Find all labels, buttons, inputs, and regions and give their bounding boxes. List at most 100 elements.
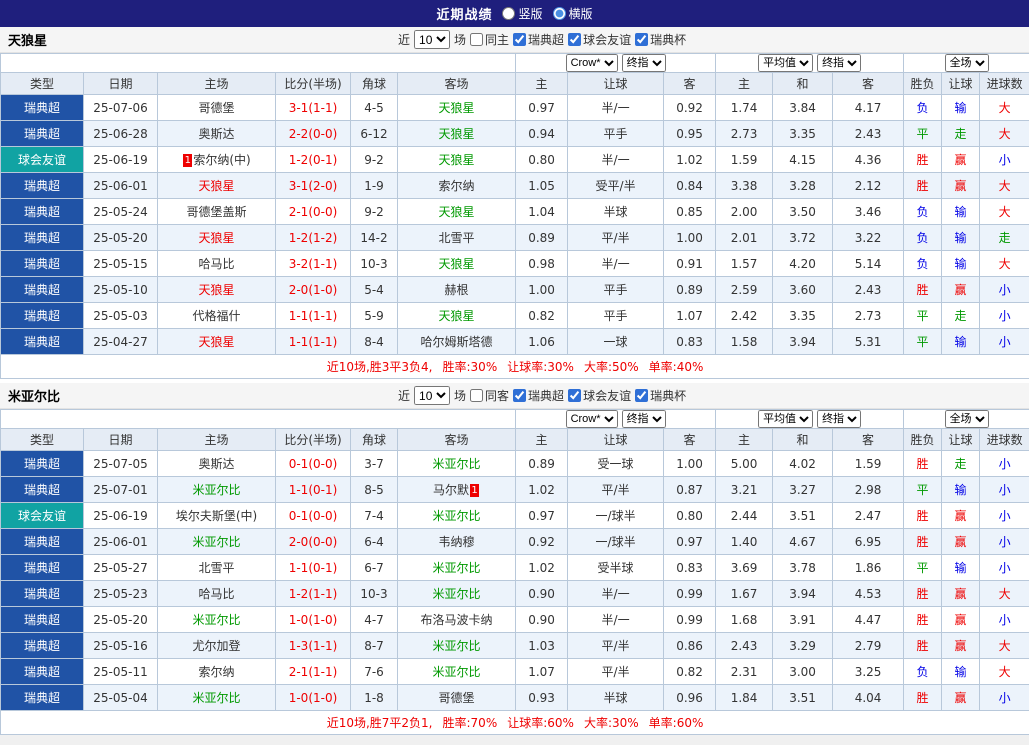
- team-link[interactable]: 布洛马波卡纳: [421, 613, 493, 627]
- europe-average-select[interactable]: 平均值: [758, 410, 813, 428]
- away-team-cell[interactable]: 哈尔姆斯塔德: [398, 329, 516, 355]
- team-link[interactable]: 米亚尔比: [433, 509, 481, 523]
- competition-option[interactable]: 瑞典超: [513, 387, 564, 404]
- competition-checkbox[interactable]: [635, 389, 648, 402]
- home-team-cell[interactable]: 哈马比: [158, 251, 276, 277]
- recent-count-select[interactable]: 10: [414, 30, 450, 49]
- team-link[interactable]: 天狼星: [439, 309, 475, 323]
- competition-option[interactable]: 瑞典超: [513, 31, 564, 48]
- same-venue-option[interactable]: 同客: [470, 387, 509, 404]
- away-team-cell[interactable]: 天狼星: [398, 199, 516, 225]
- same-venue-checkbox[interactable]: [470, 389, 483, 402]
- away-team-cell[interactable]: 马尔默1: [398, 477, 516, 503]
- horizontal-radio[interactable]: [553, 7, 566, 20]
- home-team-cell[interactable]: 哥德堡: [158, 95, 276, 121]
- score-cell[interactable]: 1-1(1-1): [276, 329, 351, 355]
- away-team-cell[interactable]: 米亚尔比: [398, 659, 516, 685]
- competition-option[interactable]: 瑞典杯: [635, 387, 686, 404]
- home-team-cell[interactable]: 天狼星: [158, 225, 276, 251]
- team-link[interactable]: 索尔纳: [198, 665, 234, 679]
- score-cell[interactable]: 0-1(0-0): [276, 451, 351, 477]
- team-link[interactable]: 天狼星: [198, 335, 234, 349]
- team-link[interactable]: 奥斯达: [198, 127, 234, 141]
- team-link[interactable]: 天狼星: [439, 153, 475, 167]
- team-link[interactable]: 马尔默: [433, 483, 469, 497]
- team-link[interactable]: 哈马比: [198, 257, 234, 271]
- team-link[interactable]: 尤尔加登: [192, 639, 240, 653]
- team-link[interactable]: 米亚尔比: [433, 457, 481, 471]
- team-link[interactable]: 米亚尔比: [192, 691, 240, 705]
- bookmaker-select[interactable]: Crow*: [566, 410, 618, 428]
- score-cell[interactable]: 2-0(1-0): [276, 277, 351, 303]
- score-cell[interactable]: 2-0(0-0): [276, 529, 351, 555]
- competition-option[interactable]: 瑞典杯: [635, 31, 686, 48]
- competition-option[interactable]: 球会友谊: [568, 31, 631, 48]
- away-team-cell[interactable]: 米亚尔比: [398, 503, 516, 529]
- score-cell[interactable]: 1-2(1-2): [276, 225, 351, 251]
- score-cell[interactable]: 1-2(1-1): [276, 581, 351, 607]
- away-team-cell[interactable]: 天狼星: [398, 95, 516, 121]
- team-link[interactable]: 米亚尔比: [192, 483, 240, 497]
- scope-select[interactable]: 全场: [945, 410, 989, 428]
- score-cell[interactable]: 3-1(2-0): [276, 173, 351, 199]
- score-cell[interactable]: 1-1(1-1): [276, 303, 351, 329]
- europe-stage-select[interactable]: 终指: [817, 410, 861, 428]
- away-team-cell[interactable]: 米亚尔比: [398, 581, 516, 607]
- team-link[interactable]: 韦纳穆: [439, 535, 475, 549]
- team-link[interactable]: 天狼星: [439, 101, 475, 115]
- away-team-cell[interactable]: 天狼星: [398, 121, 516, 147]
- team-link[interactable]: 索尔纳(中): [193, 153, 250, 167]
- home-team-cell[interactable]: 代格福什: [158, 303, 276, 329]
- team-link[interactable]: 北雪平: [439, 231, 475, 245]
- home-team-cell[interactable]: 埃尔夫斯堡(中): [158, 503, 276, 529]
- home-team-cell[interactable]: 索尔纳: [158, 659, 276, 685]
- home-team-cell[interactable]: 米亚尔比: [158, 685, 276, 711]
- team-link[interactable]: 天狼星: [439, 205, 475, 219]
- home-team-cell[interactable]: 天狼星: [158, 329, 276, 355]
- competition-checkbox[interactable]: [513, 33, 526, 46]
- team-link[interactable]: 哈马比: [198, 587, 234, 601]
- team-link[interactable]: 赫根: [445, 283, 469, 297]
- away-team-cell[interactable]: 韦纳穆: [398, 529, 516, 555]
- team-link[interactable]: 埃尔夫斯堡(中): [176, 509, 257, 523]
- team-link[interactable]: 索尔纳: [439, 179, 475, 193]
- score-cell[interactable]: 0-1(0-0): [276, 503, 351, 529]
- away-team-cell[interactable]: 米亚尔比: [398, 555, 516, 581]
- away-team-cell[interactable]: 哥德堡: [398, 685, 516, 711]
- away-team-cell[interactable]: 米亚尔比: [398, 633, 516, 659]
- score-cell[interactable]: 3-1(1-1): [276, 95, 351, 121]
- scope-select[interactable]: 全场: [945, 54, 989, 72]
- team-link[interactable]: 代格福什: [192, 309, 240, 323]
- vertical-radio[interactable]: [502, 7, 515, 20]
- home-team-cell[interactable]: 哥德堡盖斯: [158, 199, 276, 225]
- team-link[interactable]: 天狼星: [198, 283, 234, 297]
- away-team-cell[interactable]: 天狼星: [398, 303, 516, 329]
- home-team-cell[interactable]: 哈马比: [158, 581, 276, 607]
- bookmaker-select[interactable]: Crow*: [566, 54, 618, 72]
- home-team-cell[interactable]: 奥斯达: [158, 121, 276, 147]
- recent-count-select[interactable]: 10: [414, 386, 450, 405]
- away-team-cell[interactable]: 赫根: [398, 277, 516, 303]
- competition-checkbox[interactable]: [568, 33, 581, 46]
- team-link[interactable]: 米亚尔比: [433, 587, 481, 601]
- score-cell[interactable]: 2-1(1-1): [276, 659, 351, 685]
- home-team-cell[interactable]: 奥斯达: [158, 451, 276, 477]
- competition-option[interactable]: 球会友谊: [568, 387, 631, 404]
- home-team-cell[interactable]: 米亚尔比: [158, 607, 276, 633]
- score-cell[interactable]: 2-1(0-0): [276, 199, 351, 225]
- team-link[interactable]: 哥德堡: [198, 101, 234, 115]
- home-team-cell[interactable]: 天狼星: [158, 277, 276, 303]
- team-link[interactable]: 哈尔姆斯塔德: [421, 335, 493, 349]
- home-team-cell[interactable]: 北雪平: [158, 555, 276, 581]
- team-link[interactable]: 米亚尔比: [433, 639, 481, 653]
- same-venue-option[interactable]: 同主: [470, 31, 509, 48]
- home-team-cell[interactable]: 米亚尔比: [158, 529, 276, 555]
- layout-radio-vertical-option[interactable]: 竖版: [502, 5, 542, 22]
- europe-stage-select[interactable]: 终指: [817, 54, 861, 72]
- layout-radio-horizontal-option[interactable]: 横版: [553, 5, 593, 22]
- score-cell[interactable]: 1-3(1-1): [276, 633, 351, 659]
- same-venue-checkbox[interactable]: [470, 33, 483, 46]
- away-team-cell[interactable]: 天狼星: [398, 147, 516, 173]
- away-team-cell[interactable]: 布洛马波卡纳: [398, 607, 516, 633]
- home-team-cell[interactable]: 1索尔纳(中): [158, 147, 276, 173]
